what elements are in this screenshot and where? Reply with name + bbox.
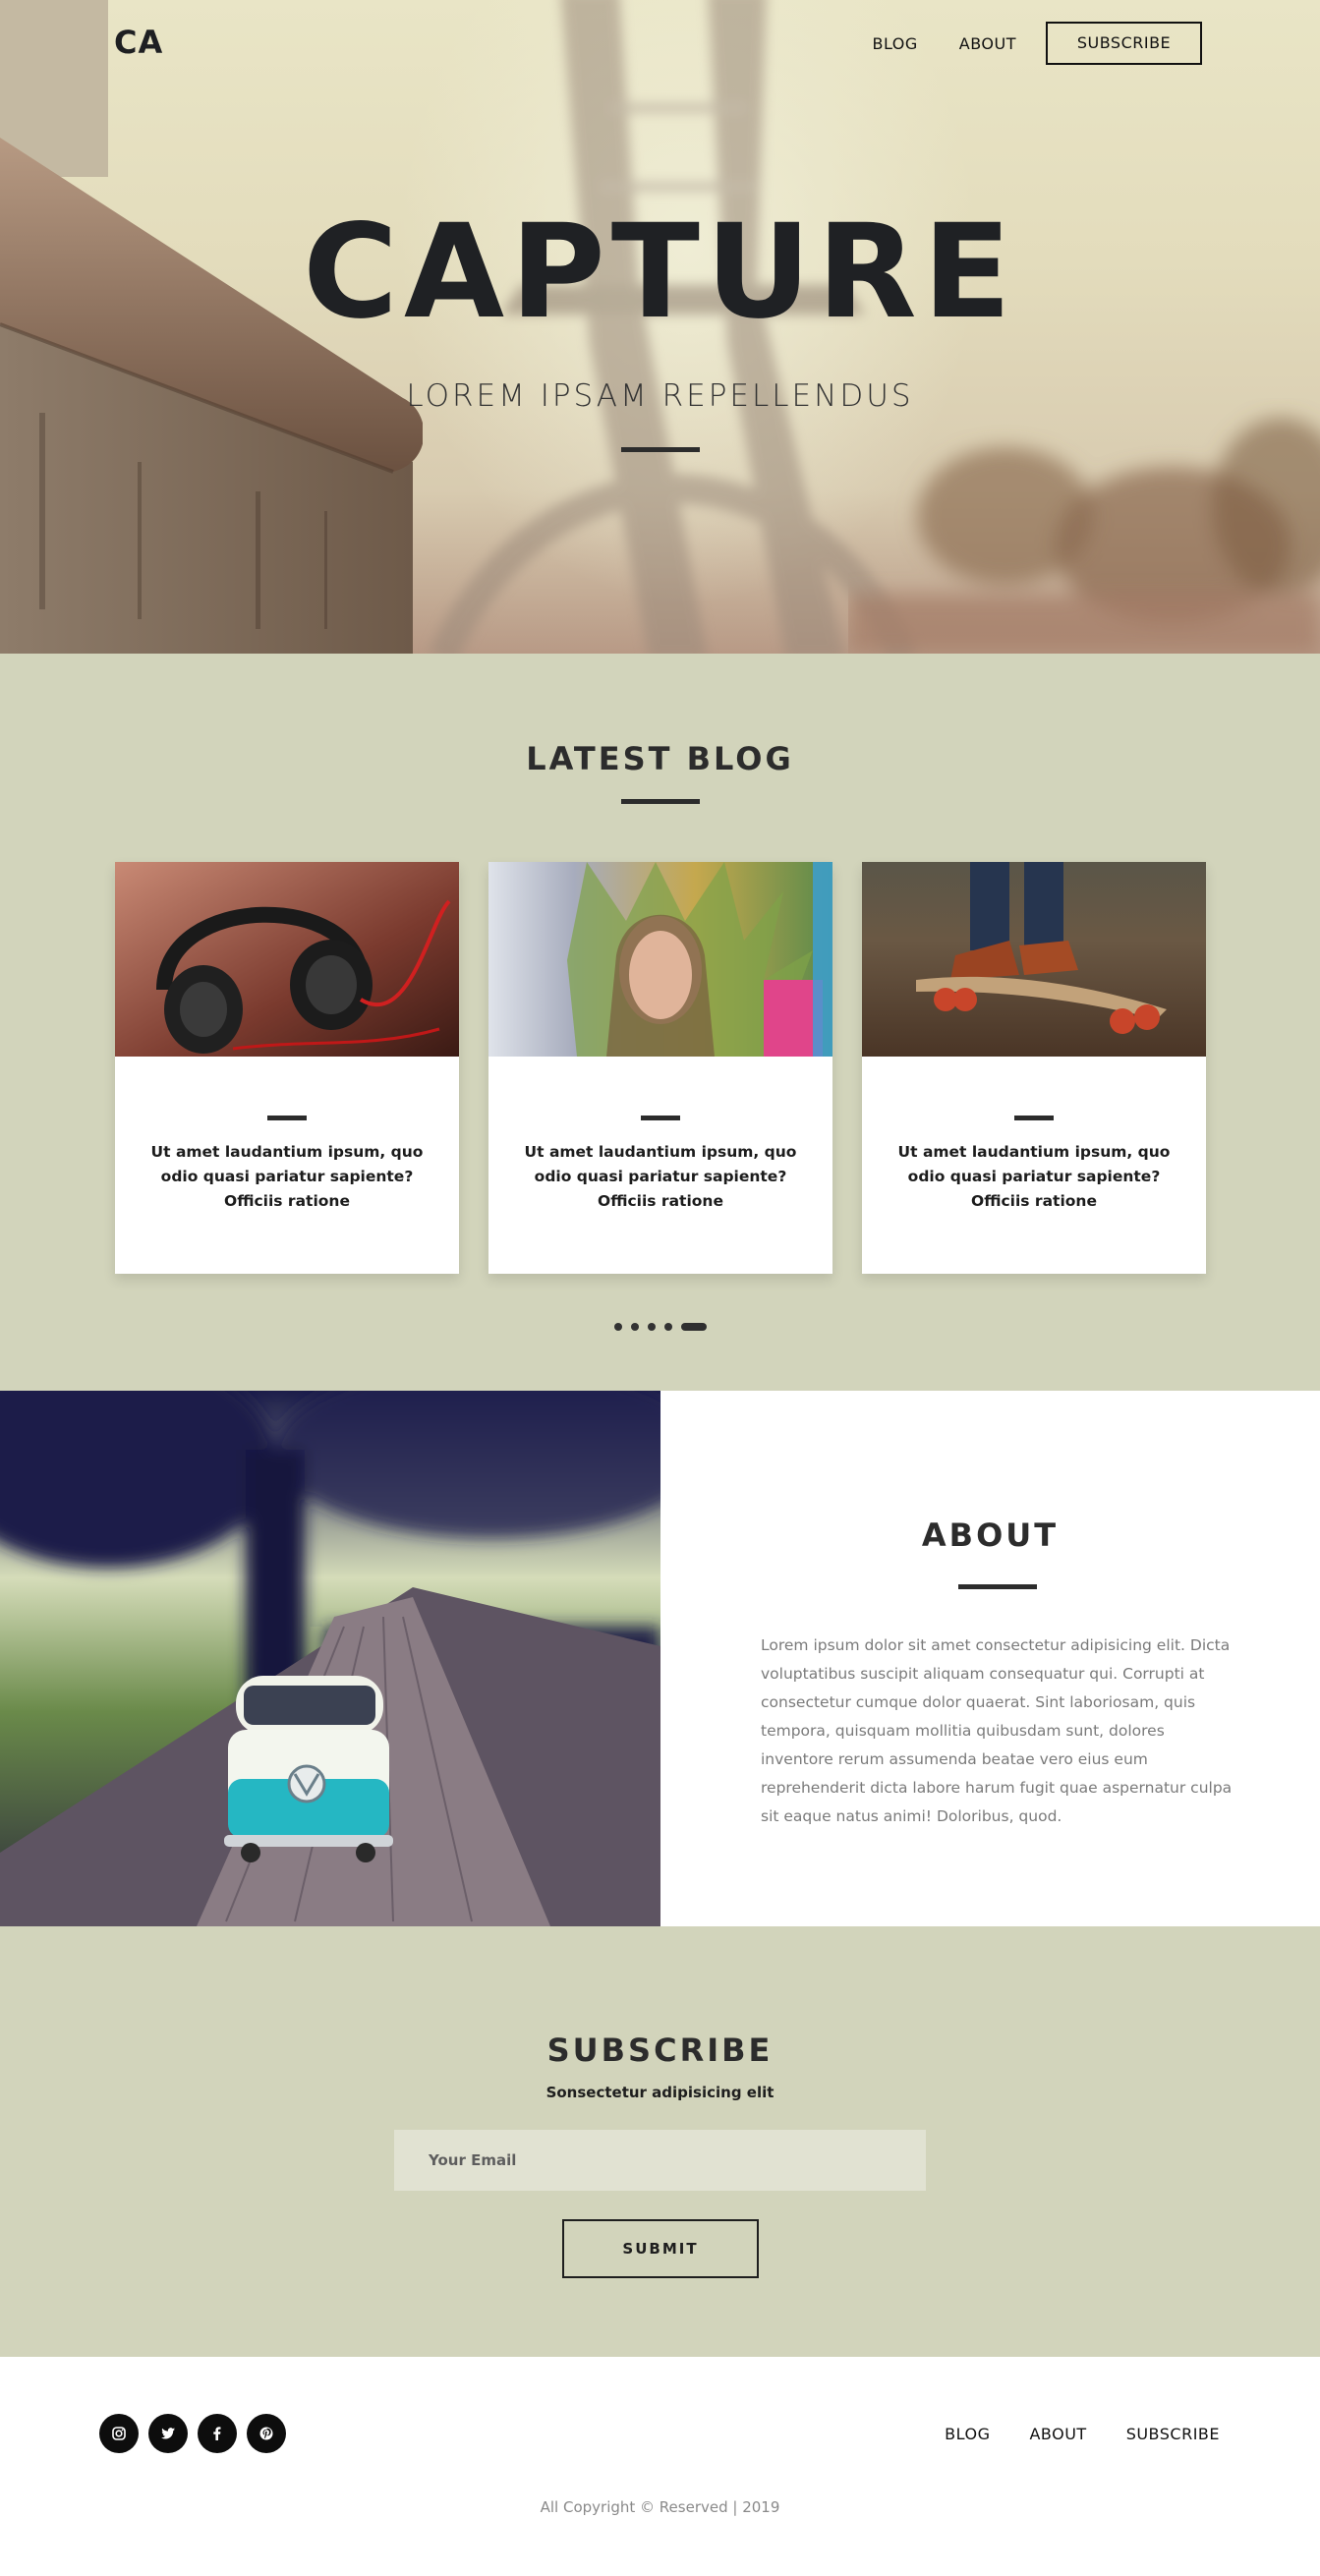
blog-card[interactable]: Ut amet laudantium ipsum, quo odio quasi… [488, 862, 832, 1274]
nav-subscribe-button[interactable]: SUBSCRIBE [1046, 22, 1202, 65]
social-links [99, 2414, 286, 2453]
submit-button[interactable]: SUBMIT [562, 2219, 759, 2278]
carousel-dot[interactable] [647, 1323, 656, 1331]
carousel-pagination [0, 1323, 1320, 1331]
footer-blog-link[interactable]: BLOG [945, 2425, 990, 2443]
feather-headdress-portrait-photo[interactable] [488, 862, 832, 1057]
footer: BLOG ABOUT SUBSCRIBE All Copyright © Res… [0, 2357, 1320, 2576]
trees-background [848, 418, 1320, 654]
card-excerpt[interactable]: Ut amet laudantium ipsum, quo odio quasi… [518, 1140, 803, 1214]
headphones-photo[interactable] [115, 862, 459, 1057]
card-divider [1014, 1116, 1054, 1120]
pinterest-icon[interactable] [247, 2414, 286, 2453]
carousel-dot-active[interactable] [680, 1323, 707, 1331]
footer-subscribe-link[interactable]: SUBSCRIBE [1126, 2425, 1220, 2443]
longboard-photo[interactable] [862, 862, 1206, 1057]
blog-card[interactable]: Ut amet laudantium ipsum, quo odio quasi… [115, 862, 459, 1274]
instagram-icon[interactable] [99, 2414, 139, 2453]
subscribe-tagline: Sonsectetur adipisicing elit [545, 2084, 775, 2101]
subscribe-section-title: SUBSCRIBE [546, 2032, 774, 2069]
facebook-icon[interactable] [198, 2414, 237, 2453]
hero-section: CA BLOG ABOUT SUBSCRIBE CAPTURE LOREM IP… [0, 0, 1320, 654]
nav-blog-link[interactable]: BLOG [872, 34, 917, 53]
about-divider [958, 1584, 1037, 1589]
footer-nav: BLOG ABOUT SUBSCRIBE [945, 2425, 1220, 2443]
about-section: ABOUT Lorem ipsum dolor sit amet consect… [0, 1391, 1320, 1926]
card-excerpt[interactable]: Ut amet laudantium ipsum, quo odio quasi… [144, 1140, 430, 1214]
card-divider [267, 1116, 307, 1120]
carousel-dot[interactable] [663, 1323, 672, 1331]
card-excerpt[interactable]: Ut amet laudantium ipsum, quo odio quasi… [891, 1140, 1177, 1214]
copyright-text: All Copyright © Reserved | 2019 [540, 2498, 780, 2516]
hero-title: CAPTURE [303, 197, 1017, 348]
footer-about-link[interactable]: ABOUT [1029, 2425, 1086, 2443]
about-body-text: Lorem ipsum dolor sit amet consectetur a… [761, 1636, 1233, 1825]
site-logo[interactable]: CA [114, 24, 163, 61]
top-navbar: CA BLOG ABOUT SUBSCRIBE [0, 0, 1320, 88]
hero-subtitle: LOREM IPSAM REPELLENDUS [406, 378, 914, 414]
main-nav: BLOG ABOUT SUBSCRIBE [872, 22, 1202, 65]
blog-section-title: LATEST BLOG [526, 740, 794, 777]
latest-blog-section: LATEST BLOG Ut amet laudantium ipsum, qu… [0, 654, 1320, 1391]
about-section-title: ABOUT [921, 1517, 1060, 1554]
toy-van-photo [0, 1391, 660, 1926]
blog-divider [621, 799, 700, 804]
nav-about-link[interactable]: ABOUT [959, 34, 1016, 53]
subscribe-section: SUBSCRIBE Sonsectetur adipisicing elit S… [0, 1926, 1320, 2357]
email-input[interactable] [394, 2130, 926, 2191]
carousel-dot[interactable] [630, 1323, 639, 1331]
blog-card[interactable]: Ut amet laudantium ipsum, quo odio quasi… [862, 862, 1206, 1274]
twitter-icon[interactable] [148, 2414, 188, 2453]
card-divider [641, 1116, 680, 1120]
hero-divider [621, 447, 700, 452]
carousel-dot[interactable] [613, 1323, 622, 1331]
